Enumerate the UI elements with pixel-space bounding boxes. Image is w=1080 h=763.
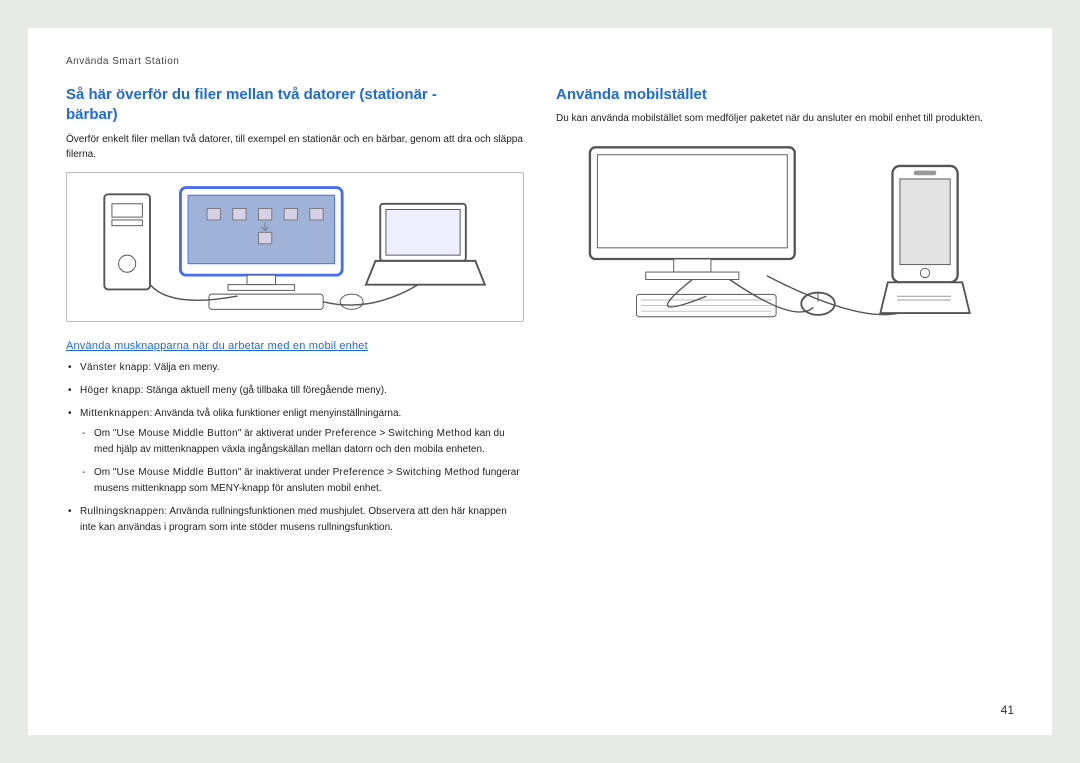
figure-mobile-stand [556,136,1014,326]
heading-line-2: bärbar) [66,106,118,123]
document-page: Använda Smart Station Så här överför du … [28,28,1052,735]
list-item: Mittenknappen: Använda två olika funktio… [66,406,524,497]
pref-path: Preference [333,467,385,478]
text: > [384,467,395,478]
middle-button-sublist: Om "Use Mouse Middle Button" är aktivera… [80,426,524,497]
list-item: Om "Use Mouse Middle Button" är inaktive… [80,465,524,497]
list-item: Höger knapp: Stänga aktuell meny (gå til… [66,383,524,399]
text: : Välja en meny. [148,362,219,373]
list-item: Rullningsknappen: Använda rullningsfunkt… [66,504,524,536]
pref-path: Preference [325,428,377,439]
quoted-option: Use Mouse Middle Button [116,467,237,478]
file-transfer-illustration [78,180,511,313]
right-heading: Använda mobilstället [556,85,1014,105]
term-scroll-button: Rullningsknappen [80,506,164,517]
mobile-stand-illustration [561,138,1010,324]
term-left-button: Vänster knapp [80,362,148,373]
text: " är aktiverat under [238,428,325,439]
text: Om " [94,467,116,478]
list-item: Om "Use Mouse Middle Button" är aktivera… [80,426,524,458]
pref-path: Switching Method [396,467,480,478]
text: > [377,428,388,439]
term-right-button: Höger knapp [80,385,141,396]
pref-path: Switching Method [388,428,472,439]
figure-file-transfer [66,172,524,322]
right-intro-paragraph: Du kan använda mobilstället som medfölje… [556,111,1014,126]
list-item: Vänster knapp: Välja en meny. [66,360,524,376]
left-column: Så här överför du filer mellan två dator… [66,85,524,543]
mouse-buttons-subheading: Använda musknapparna när du arbetar med … [66,340,524,352]
left-heading: Så här överför du filer mellan två dator… [66,85,524,126]
right-column: Använda mobilstället Du kan använda mobi… [556,85,1014,543]
running-header: Använda Smart Station [66,56,1014,67]
text: : Använda två olika funktioner enligt me… [150,408,402,419]
text: : Stänga aktuell meny (gå tillbaka till … [141,385,387,396]
text: " är inaktiverat under [238,467,333,478]
left-intro-paragraph: Överför enkelt filer mellan två datorer,… [66,132,524,162]
page-number: 41 [1001,703,1014,717]
heading-line-1: Så här överför du filer mellan två dator… [66,86,437,103]
text: Om " [94,428,116,439]
quoted-option: Use Mouse Middle Button [116,428,237,439]
two-column-layout: Så här överför du filer mellan två dator… [66,85,1014,543]
term-middle-button: Mittenknappen [80,408,150,419]
mouse-buttons-list: Vänster knapp: Välja en meny. Höger knap… [66,360,524,536]
